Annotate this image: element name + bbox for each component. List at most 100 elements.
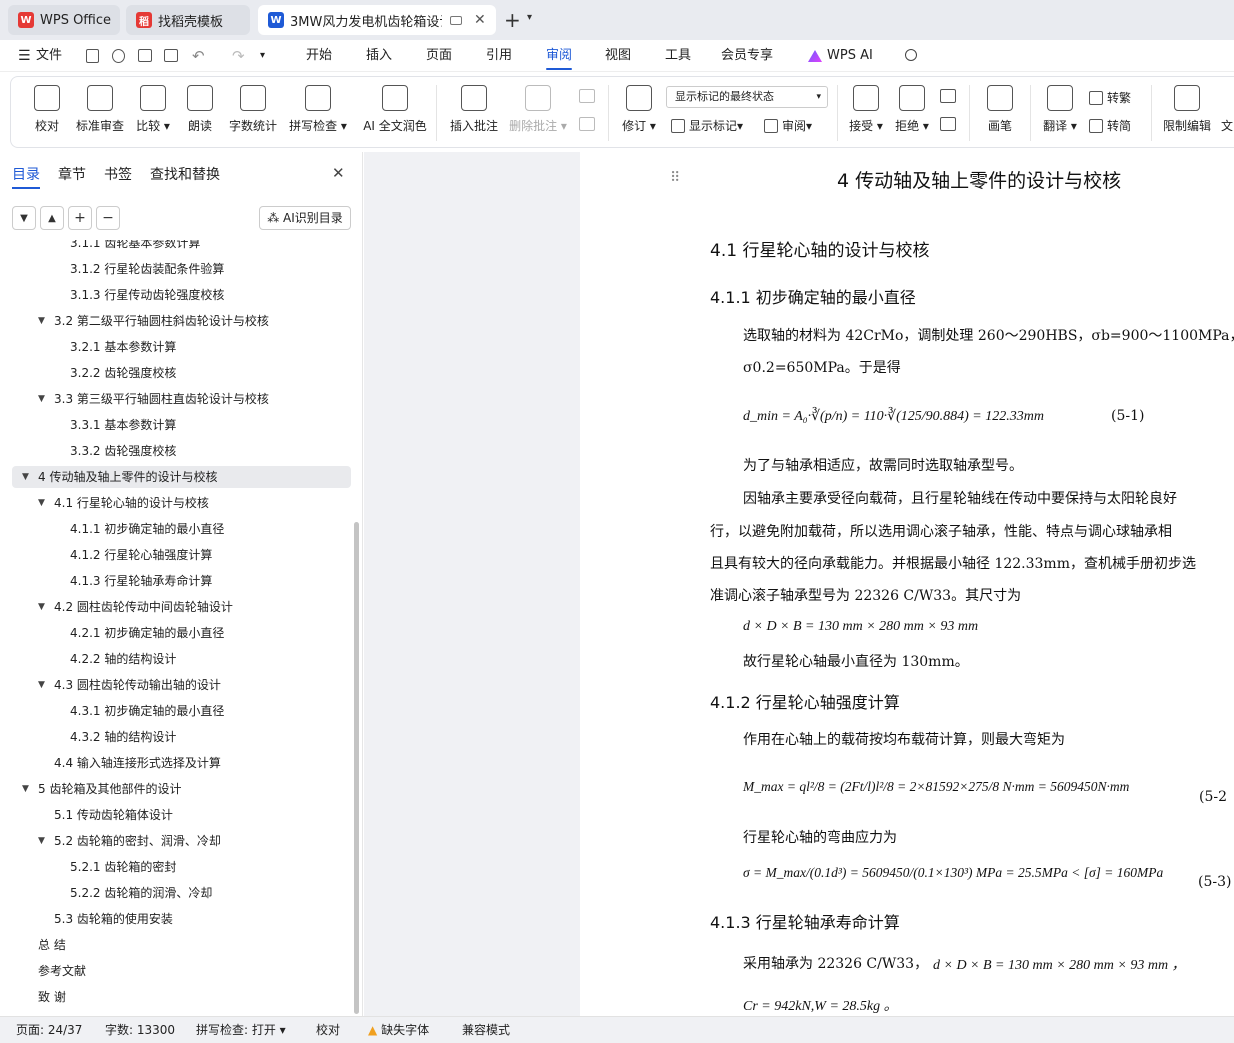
page-indicator[interactable]: 页面: 24/37	[16, 1017, 82, 1043]
menu-reference[interactable]: 引用	[486, 40, 512, 72]
drag-handle-icon[interactable]: ⠿	[670, 170, 680, 186]
toc-item[interactable]: 3.1.2 行星轮齿装配条件验算	[12, 258, 351, 280]
nav-tab-toc[interactable]: 目录	[12, 164, 40, 184]
toc-item[interactable]: ▼ 5.2 齿轮箱的密封、润滑、冷却	[12, 830, 351, 852]
menu-member[interactable]: 会员专享	[721, 40, 773, 72]
track-changes-button[interactable]: 修订 ▾	[614, 81, 664, 134]
proofread-status[interactable]: 校对	[316, 1017, 340, 1043]
standard-review-button[interactable]: 标准审查	[70, 81, 130, 134]
toc-item[interactable]: 总 结	[12, 934, 351, 956]
scrollbar[interactable]	[354, 522, 359, 1014]
word-count-button[interactable]: 字数统计	[223, 81, 283, 134]
menu-page[interactable]: 页面	[426, 40, 452, 72]
toc-item[interactable]: ▼ 4.1 行星轮心轴的设计与校核	[12, 492, 351, 514]
nav-tab-bookmarks[interactable]: 书签	[104, 164, 132, 184]
tab-document[interactable]: W 3MW风力发电机齿轮箱设计 ✕	[258, 5, 496, 35]
add-level-button[interactable]: +	[68, 206, 92, 230]
ai-polish-button[interactable]: AI 全文润色	[355, 81, 435, 134]
toc-item[interactable]: ▼ 3.3 第三级平行轴圆柱直齿轮设计与校核	[12, 388, 351, 410]
proofread-button[interactable]: 校对	[17, 81, 77, 134]
prev-comment-icon[interactable]	[579, 89, 595, 103]
toc-item[interactable]: 4.3.2 轴的结构设计	[12, 726, 351, 748]
toc-item[interactable]: 3.2.2 齿轮强度校核	[12, 362, 351, 384]
toc-item[interactable]: 4.3.1 初步确定轴的最小直径	[12, 700, 351, 722]
menu-review[interactable]: 审阅	[546, 40, 573, 72]
toc-item[interactable]: 3.2.1 基本参数计算	[12, 336, 351, 358]
toc-item[interactable]: 4.2.1 初步确定轴的最小直径	[12, 622, 351, 644]
more-icon[interactable]: ▾	[260, 40, 265, 72]
next-change-icon[interactable]	[940, 117, 956, 131]
toc-item[interactable]: 4.1.3 行星轮轴承寿命计算	[12, 570, 351, 592]
redo-icon[interactable]: ↷	[232, 40, 245, 72]
doc-button[interactable]: 文	[1215, 81, 1234, 134]
print-preview-icon[interactable]	[164, 49, 178, 62]
caret-down-icon[interactable]: ▼	[22, 778, 29, 800]
show-markup-button[interactable]: 显示标记 ▾	[671, 117, 743, 134]
monitor-icon[interactable]	[450, 15, 462, 25]
translate-button[interactable]: 翻译 ▾	[1031, 81, 1089, 134]
share-icon[interactable]	[112, 49, 125, 63]
wps-ai-icon[interactable]	[808, 50, 822, 62]
missing-font-status[interactable]: ▲ 缺失字体	[368, 1017, 429, 1043]
tab-docer[interactable]: 稻 找稻壳模板	[126, 5, 250, 35]
toc-item[interactable]: ▼ 4 传动轴及轴上零件的设计与校核	[12, 466, 351, 488]
hamburger-icon[interactable]: ☰	[18, 40, 31, 72]
caret-down-icon[interactable]: ▼	[38, 310, 45, 332]
toc-item[interactable]: 致 谢	[12, 986, 351, 1008]
document-page[interactable]: ⠿ 4 传动轴及轴上零件的设计与校核 4.1 行星轮心轴的设计与校核 4.1.1…	[580, 152, 1234, 1016]
collapse-all-button[interactable]: ▲	[40, 206, 64, 230]
toc-item[interactable]: ▼ 4.2 圆柱齿轮传动中间齿轮轴设计	[12, 596, 351, 618]
to-traditional-button[interactable]: 转繁	[1089, 89, 1131, 106]
new-tab-icon[interactable]: +	[504, 8, 521, 32]
tab-wps-office[interactable]: W WPS Office	[8, 5, 120, 35]
review-pane-button[interactable]: 审阅 ▾	[764, 117, 812, 134]
toc-item[interactable]: 5.2.1 齿轮箱的密封	[12, 856, 351, 878]
toc-item[interactable]: 参考文献	[12, 960, 351, 982]
menu-wps-ai[interactable]: WPS AI	[827, 40, 873, 72]
accept-button[interactable]: 接受 ▾	[841, 81, 891, 134]
toc-item[interactable]: ▼ 3.2 第二级平行轴圆柱斜齿轮设计与校核	[12, 310, 351, 332]
toc-item[interactable]: ▼ 4.3 圆柱齿轮传动输出轴的设计	[12, 674, 351, 696]
remove-level-button[interactable]: −	[96, 206, 120, 230]
restrict-edit-button[interactable]: 限制编辑	[1157, 81, 1217, 134]
toc-item[interactable]: 5.2.2 齿轮箱的润滑、冷却	[12, 882, 351, 904]
toc-item[interactable]: 4.4 输入轴连接形式选择及计算	[12, 752, 351, 774]
toc-item[interactable]: 3.1.3 行星传动齿轮强度校核	[12, 284, 351, 306]
word-count[interactable]: 字数: 13300	[105, 1017, 175, 1043]
markup-mode-select[interactable]: 显示标记的最终状态 ▾	[666, 86, 828, 108]
menu-view[interactable]: 视图	[605, 40, 631, 72]
next-comment-icon[interactable]	[579, 117, 595, 131]
toc-item[interactable]: 4.1.2 行星轮心轴强度计算	[12, 544, 351, 566]
menu-insert[interactable]: 插入	[366, 40, 392, 72]
toc-item[interactable]: 4.1.1 初步确定轴的最小直径	[12, 518, 351, 540]
caret-down-icon[interactable]: ▼	[38, 388, 45, 410]
pen-button[interactable]: 画笔	[970, 81, 1030, 134]
expand-all-button[interactable]: ▼	[12, 206, 36, 230]
toc-item[interactable]: 3.3.1 基本参数计算	[12, 414, 351, 436]
ai-toc-button[interactable]: ⁂ AI识别目录	[259, 206, 351, 230]
toc-item[interactable]: ▼ 5 齿轮箱及其他部件的设计	[12, 778, 351, 800]
toc-item[interactable]: 3.1.1 齿轮基本参数计算	[12, 240, 351, 254]
toc-item[interactable]: 3.3.2 齿轮强度校核	[12, 440, 351, 462]
menu-tools[interactable]: 工具	[665, 40, 691, 72]
save-icon[interactable]	[86, 49, 99, 63]
toc-item[interactable]: 5.3 齿轮箱的使用安装	[12, 908, 351, 930]
menu-home[interactable]: 开始	[306, 40, 332, 72]
spell-check-status[interactable]: 拼写检查: 打开 ▾	[196, 1017, 286, 1043]
nav-tab-find-replace[interactable]: 查找和替换	[150, 164, 220, 184]
spell-check-button[interactable]: 拼写检查 ▾	[285, 81, 351, 134]
close-tab-icon[interactable]: ✕	[474, 12, 486, 28]
read-aloud-button[interactable]: 朗读	[170, 81, 230, 134]
reject-button[interactable]: 拒绝 ▾	[887, 81, 937, 134]
caret-down-icon[interactable]: ▼	[22, 466, 29, 488]
toc-item[interactable]: 5.1 传动齿轮箱体设计	[12, 804, 351, 826]
nav-tab-chapters[interactable]: 章节	[58, 164, 86, 184]
undo-icon[interactable]: ↶	[192, 40, 205, 72]
delete-comment-button[interactable]: 删除批注 ▾	[505, 81, 571, 134]
caret-down-icon[interactable]: ▼	[38, 830, 45, 852]
search-icon[interactable]	[905, 49, 917, 61]
caret-down-icon[interactable]: ▼	[38, 596, 45, 618]
to-simplified-button[interactable]: 转简	[1089, 117, 1131, 134]
toc-item[interactable]: 4.2.2 轴的结构设计	[12, 648, 351, 670]
print-icon[interactable]	[138, 49, 152, 62]
